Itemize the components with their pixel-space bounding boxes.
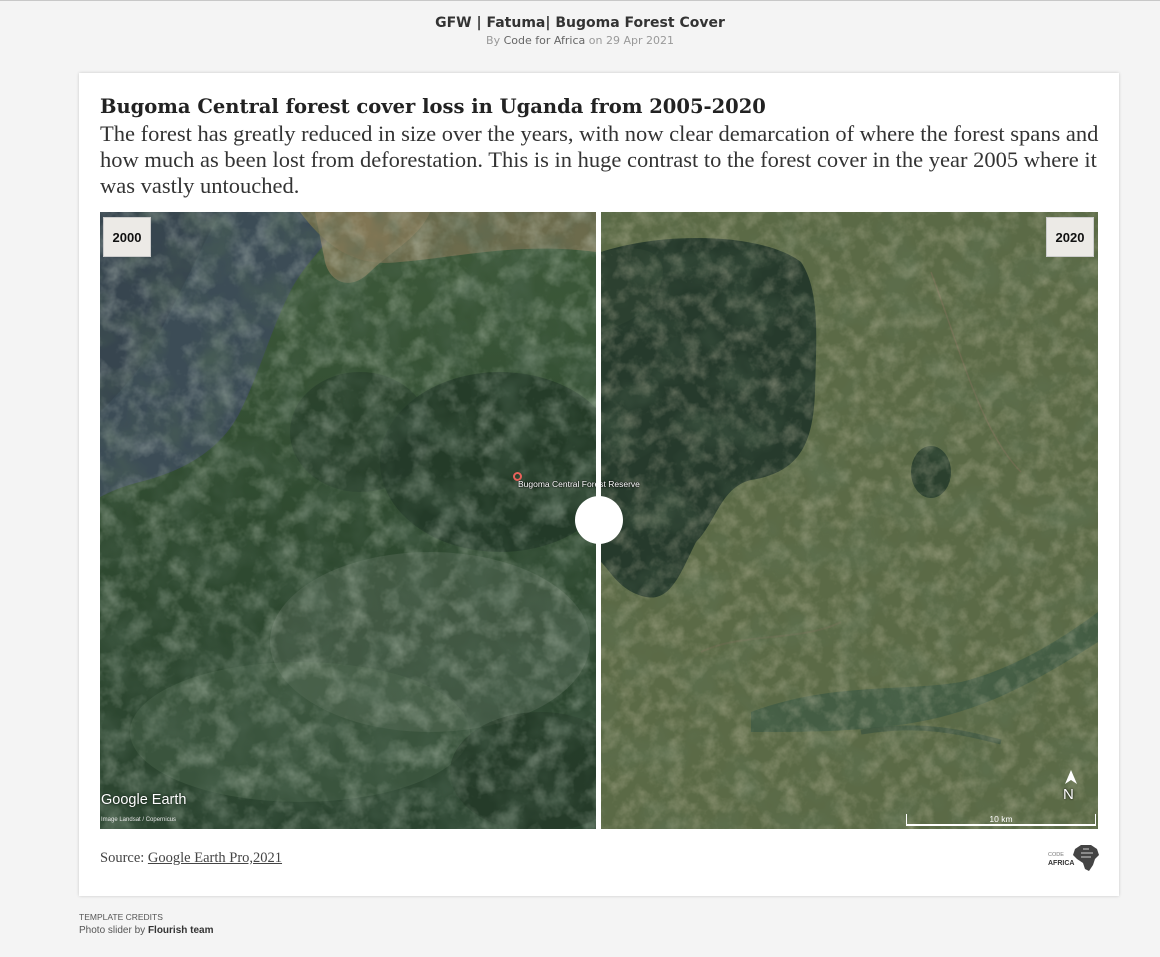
label-year-after: 2020 [1046,217,1094,257]
image-after-2020: N 10 km [601,212,1098,829]
satellite-image-2000 [100,212,596,829]
credits-text: Photo slider by [79,925,146,936]
credits-heading: TEMPLATE CREDITS [79,912,163,922]
label-year-before: 2000 [103,217,151,257]
north-arrow-glyph-icon [1065,770,1077,784]
byline-prefix: By [486,34,501,47]
satellite-image-2020 [601,212,1098,829]
card-description: The forest has greatly reduced in size o… [100,121,1099,198]
north-arrow-icon: N [1060,768,1082,808]
byline: By Code for Africa on 29 Apr 2021 [0,34,1160,47]
slider-handle[interactable] [575,496,623,544]
code-for-africa-logo: CODE AFRICA [1047,843,1103,873]
template-credits: TEMPLATE CREDITS Photo slider by Flouris… [79,912,214,936]
card-heading: Bugoma Central forest cover loss in Ugan… [100,95,766,118]
scale-label: 10 km [989,814,1013,824]
imagery-credit: Image Landsat / Copernicus [101,817,177,823]
credits-line: Photo slider by Flourish team [79,925,214,936]
visualisation-card: Bugoma Central forest cover loss in Ugan… [79,73,1119,896]
publish-date: on 29 Apr 2021 [588,34,674,47]
page-header: GFW | Fatuma| Bugoma Forest Cover By Cod… [0,15,1160,47]
north-label: N [1063,786,1074,803]
place-label: Bugoma Central Forest Reserve [518,479,640,489]
page-title: GFW | Fatuma| Bugoma Forest Cover [435,15,725,31]
logo-code-text: CODE [1048,852,1064,858]
source-prefix: Source: [100,850,145,866]
google-earth-logo: Google Earth [101,792,187,808]
image-before-2000: Google Earth Image Landsat / Copernicus [100,212,596,829]
author-link[interactable]: Code for Africa [504,34,586,47]
logo-africa-text: AFRICA [1048,860,1075,867]
photo-slider[interactable]: Google Earth Image Landsat / Copernicus [100,212,1098,829]
source-note: Source: Google Earth Pro,2021 [100,850,282,867]
source-link[interactable]: Google Earth Pro,2021 [148,850,282,866]
credits-team-link[interactable]: Flourish team [148,925,214,936]
scale-bar: 10 km [906,814,1096,826]
africa-map-icon [1073,845,1099,871]
